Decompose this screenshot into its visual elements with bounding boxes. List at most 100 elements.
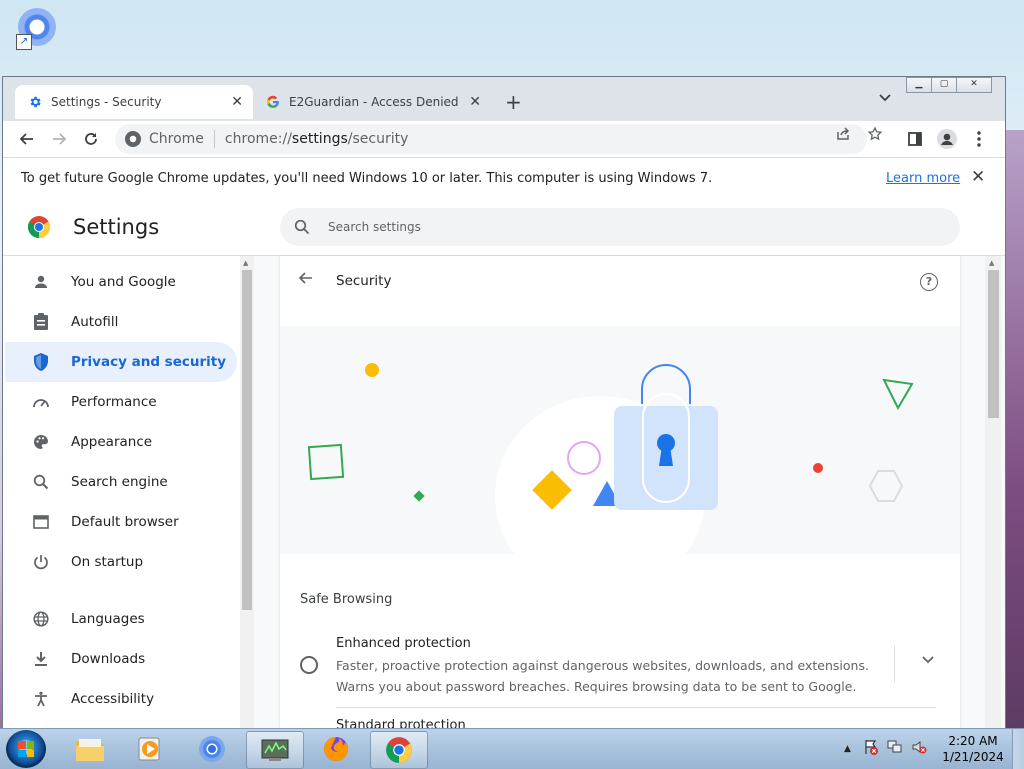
url-text: chrome://settings/security — [224, 131, 409, 147]
taskbar-file-explorer[interactable] — [62, 731, 118, 767]
start-button[interactable] — [6, 730, 46, 768]
folder-icon — [76, 739, 104, 761]
sidebar-item-label: You and Google — [71, 274, 176, 290]
help-icon[interactable]: ? — [920, 273, 938, 291]
settings-header: Settings — [3, 199, 1005, 256]
browser-window-icon — [31, 512, 51, 532]
sidebar-item-label: Privacy and security — [71, 354, 227, 370]
close-window-button[interactable]: ✕ — [956, 77, 992, 93]
browser-toolbar: Chrome chrome://settings/security — [3, 121, 1005, 157]
tab-title: E2Guardian - Access Denied — [289, 95, 459, 109]
enhanced-protection-option[interactable]: Enhanced protection Faster, proactive pr… — [280, 626, 960, 706]
taskbar-chrome[interactable] — [370, 731, 428, 769]
sidebar-item-accessibility[interactable]: Accessibility — [5, 679, 237, 719]
tab-strip: ▁ ▢ ✕ Settings - Security ✕ E2Guardian -… — [3, 77, 1005, 121]
sidebar-item-on-startup[interactable]: On startup — [5, 542, 237, 582]
kebab-menu-icon[interactable] — [969, 129, 989, 149]
search-icon — [294, 219, 310, 235]
chromium-desktop-shortcut-icon[interactable]: ↗ — [16, 6, 60, 50]
scroll-up-arrow[interactable]: ▲ — [989, 259, 994, 267]
chevron-down-icon[interactable] — [922, 653, 934, 668]
taskbar-chromium[interactable] — [184, 731, 240, 767]
sidebar-item-label: Default browser — [71, 514, 179, 530]
globe-icon — [31, 609, 51, 629]
accessibility-icon — [31, 689, 51, 709]
share-icon[interactable] — [835, 126, 851, 146]
taskbar-firefox[interactable] — [308, 731, 364, 767]
reload-button[interactable] — [79, 127, 103, 151]
tab-e2guardian[interactable]: E2Guardian - Access Denied ✕ — [253, 85, 491, 119]
scrollbar-thumb[interactable] — [242, 270, 252, 610]
sidebar-item-privacy-and-security[interactable]: Privacy and security — [5, 342, 237, 382]
tab-settings-security[interactable]: Settings - Security ✕ — [15, 85, 253, 119]
forward-button[interactable] — [47, 127, 71, 151]
sidebar-item-performance[interactable]: Performance — [5, 382, 237, 422]
search-settings-box[interactable] — [280, 208, 960, 246]
taskbar-media-player[interactable] — [122, 731, 178, 767]
chrome-logo-icon — [386, 737, 412, 763]
sidebar-item-downloads[interactable]: Downloads — [5, 639, 237, 679]
tab-search-chevron-icon[interactable] — [879, 91, 891, 105]
update-infobar: To get future Google Chrome updates, you… — [3, 157, 1005, 200]
learn-more-link[interactable]: Learn more — [886, 171, 960, 186]
security-panel: Security ? Safe Browsing Enhanced protec… — [280, 256, 960, 729]
shield-icon — [31, 352, 51, 372]
sidebar-item-default-browser[interactable]: Default browser — [5, 502, 237, 542]
scroll-up-arrow[interactable]: ▲ — [243, 259, 248, 267]
gear-icon — [27, 94, 43, 110]
side-panel-icon[interactable] — [905, 129, 925, 149]
option-separator — [336, 707, 936, 708]
sidebar-item-search-engine[interactable]: Search engine — [5, 462, 237, 502]
sidebar-scrollbar[interactable]: ▲ — [240, 256, 254, 729]
close-tab-icon[interactable]: ✕ — [469, 94, 481, 110]
site-info-chip[interactable]: Chrome — [125, 131, 204, 147]
network-monitor-icon — [261, 739, 289, 761]
sidebar-item-label: Appearance — [71, 434, 153, 450]
sidebar-item-label: On startup — [71, 554, 144, 570]
search-settings-input[interactable] — [326, 219, 930, 235]
network-icon[interactable] — [887, 739, 903, 759]
back-button[interactable] — [15, 127, 39, 151]
new-tab-button[interactable]: + — [505, 90, 522, 114]
close-infobar-icon[interactable]: ✕ — [971, 167, 985, 187]
page-scrollbar[interactable]: ▲ — [985, 256, 1001, 729]
profile-avatar-icon[interactable] — [937, 129, 957, 149]
settings-page: Settings You and Google Autofill Privacy… — [3, 199, 1005, 729]
sidebar-item-label: Search engine — [71, 474, 168, 490]
chrome-logo-icon — [125, 131, 141, 147]
chrome-logo-icon — [28, 216, 50, 238]
sidebar-item-you-and-google[interactable]: You and Google — [5, 262, 237, 302]
google-g-icon — [265, 94, 281, 110]
sidebar-item-appearance[interactable]: Appearance — [5, 422, 237, 462]
address-bar[interactable]: Chrome chrome://settings/security — [115, 124, 867, 154]
maximize-button[interactable]: ▢ — [931, 77, 957, 93]
search-icon — [31, 472, 51, 492]
option-title: Enhanced protection — [336, 636, 471, 651]
sidebar-item-autofill[interactable]: Autofill — [5, 302, 237, 342]
power-icon — [31, 552, 51, 572]
sidebar-item-languages[interactable]: Languages — [5, 599, 237, 639]
sidebar-item-label: Languages — [71, 611, 145, 627]
speedometer-icon — [31, 392, 51, 412]
back-arrow-icon[interactable] — [298, 270, 314, 291]
taskbar-clock[interactable]: 2:20 AM 1/21/2024 — [940, 733, 1006, 765]
close-tab-icon[interactable]: ✕ — [231, 94, 243, 110]
section-title: Security — [336, 273, 392, 289]
settings-title: Settings — [73, 215, 160, 239]
scrollbar-thumb[interactable] — [988, 270, 999, 418]
safe-browsing-heading: Safe Browsing — [300, 592, 393, 607]
volume-muted-icon[interactable] — [911, 739, 927, 759]
tab-title: Settings - Security — [51, 95, 162, 109]
enhanced-protection-radio[interactable] — [300, 656, 318, 674]
firefox-icon — [324, 737, 348, 761]
show-hidden-icons-icon[interactable]: ▲ — [844, 744, 851, 754]
sidebar-item-label: Accessibility — [71, 691, 155, 707]
bookmark-star-icon[interactable] — [867, 126, 883, 146]
minimize-button[interactable]: ▁ — [906, 77, 932, 93]
infobar-message: To get future Google Chrome updates, you… — [21, 171, 713, 186]
settings-sidebar: You and Google Autofill Privacy and secu… — [3, 256, 254, 729]
taskbar-network-tool[interactable] — [246, 731, 304, 769]
action-center-flag-icon[interactable] — [863, 739, 879, 759]
system-tray: ▲ — [844, 729, 927, 769]
show-desktop-button[interactable] — [1012, 729, 1024, 769]
